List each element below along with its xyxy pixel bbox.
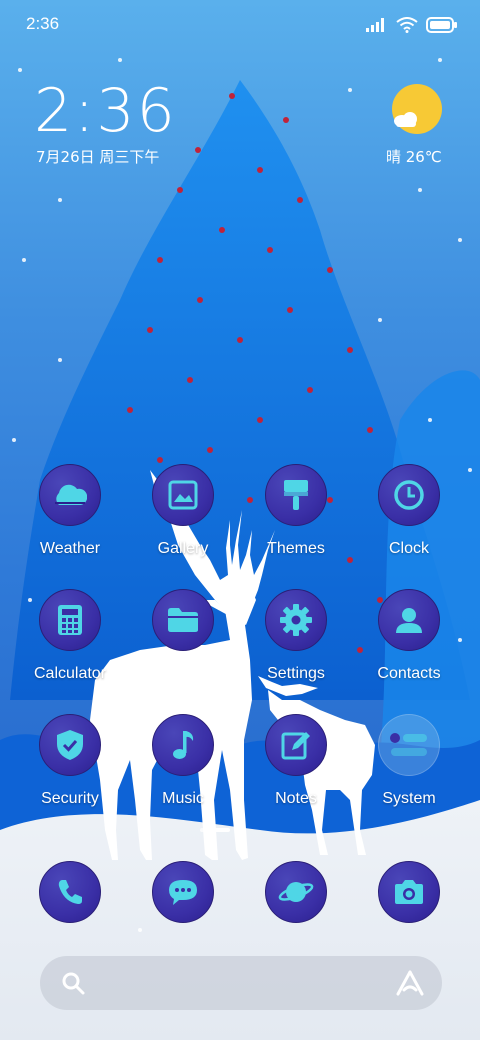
status-time: 2:36 bbox=[26, 14, 60, 33]
signal-icon bbox=[366, 18, 384, 32]
phone-icon bbox=[58, 880, 82, 904]
dock-camera[interactable] bbox=[359, 861, 459, 923]
cloud-icon bbox=[394, 112, 417, 127]
page-dot-active bbox=[214, 828, 230, 832]
messages-icon bbox=[169, 880, 197, 905]
app-label: Contacts bbox=[377, 665, 441, 682]
contacts-icon bbox=[396, 608, 422, 633]
dock-phone[interactable] bbox=[20, 861, 120, 923]
search-icon[interactable] bbox=[60, 970, 86, 996]
page-indicator[interactable] bbox=[200, 828, 244, 832]
app-files[interactable] bbox=[133, 589, 233, 665]
clock-widget-time[interactable]: 2:36 bbox=[34, 76, 177, 146]
assistant-icon[interactable] bbox=[396, 970, 424, 996]
app-label: Weather bbox=[39, 540, 101, 557]
themes-icon bbox=[284, 480, 308, 510]
system-icon bbox=[390, 733, 427, 756]
app-label: Clock bbox=[388, 540, 429, 557]
dock-messages[interactable] bbox=[133, 861, 233, 923]
search-bar[interactable] bbox=[40, 956, 442, 1010]
app-security[interactable]: Security bbox=[20, 714, 120, 808]
app-calculator[interactable]: Calculator bbox=[20, 589, 120, 683]
notes-icon bbox=[281, 732, 310, 760]
battery-icon bbox=[426, 17, 457, 33]
app-label: Themes bbox=[267, 540, 325, 557]
home-screen: 2:36 2:36 7月26日 周三下午 晴 26℃ Weather Galle… bbox=[0, 0, 480, 1040]
dock-browser[interactable] bbox=[246, 861, 346, 923]
folder-icon bbox=[168, 608, 198, 632]
status-icons bbox=[366, 15, 458, 35]
app-clock[interactable]: Clock bbox=[359, 464, 459, 558]
system-folder-icon bbox=[378, 714, 440, 776]
app-label: Settings bbox=[267, 665, 325, 682]
app-label: System bbox=[382, 790, 436, 807]
gallery-icon bbox=[168, 480, 198, 510]
app-label: Calculator bbox=[33, 665, 107, 682]
app-label: Gallery bbox=[157, 540, 209, 557]
clock-widget-date: 7月26日 周三下午 bbox=[36, 148, 160, 166]
app-settings[interactable]: Settings bbox=[246, 589, 346, 683]
weather-text: 晴 26℃ bbox=[386, 148, 442, 166]
settings-icon bbox=[280, 604, 312, 636]
app-gallery[interactable]: Gallery bbox=[133, 464, 233, 558]
weather-icon bbox=[55, 484, 87, 505]
app-contacts[interactable]: Contacts bbox=[359, 589, 459, 683]
app-notes[interactable]: Notes bbox=[246, 714, 346, 808]
camera-icon bbox=[395, 880, 423, 904]
browser-icon bbox=[278, 882, 314, 902]
clock-icon bbox=[394, 480, 424, 510]
app-weather[interactable]: Weather bbox=[20, 464, 120, 558]
app-label: Notes bbox=[275, 790, 317, 807]
page-dot bbox=[236, 828, 244, 832]
wifi-icon bbox=[396, 17, 418, 33]
app-themes[interactable]: Themes bbox=[246, 464, 346, 558]
status-bar: 2:36 bbox=[0, 0, 480, 50]
app-label: Security bbox=[41, 790, 99, 807]
calculator-icon bbox=[58, 605, 82, 635]
page-dot bbox=[200, 828, 208, 832]
app-system-folder[interactable]: System bbox=[359, 714, 459, 808]
security-icon bbox=[57, 730, 83, 760]
music-icon bbox=[173, 731, 194, 759]
app-music[interactable]: Music bbox=[133, 714, 233, 808]
app-label: Music bbox=[162, 790, 204, 807]
